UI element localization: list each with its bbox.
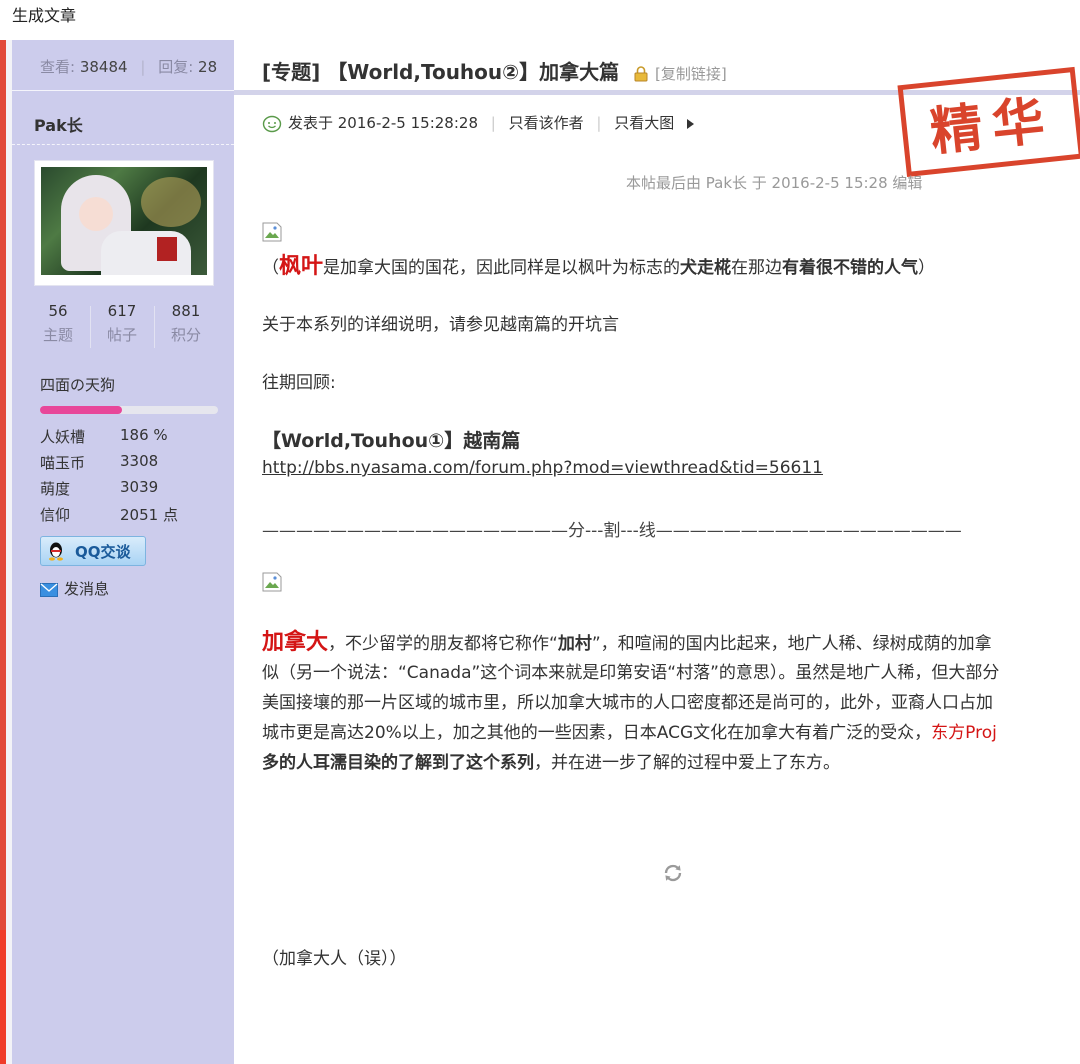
qq-chat-label: QQ交谈 — [75, 543, 131, 561]
loading-spinner-icon — [664, 864, 682, 882]
body-line: 美国接壤的那一片区域的城市里，所以加拿大城市的人口密度都还是尚可的，此外，亚裔人… — [262, 693, 993, 713]
user-rank: 四面の天狗 — [40, 376, 116, 394]
divider — [12, 90, 234, 91]
copy-link-button[interactable]: [复制链接] — [655, 65, 727, 83]
section-divider: ——————————————————分---割---线—————————————… — [262, 521, 962, 541]
avatar[interactable] — [34, 160, 214, 286]
attribute-key: 信仰 — [40, 506, 71, 524]
rank-progress-fill — [40, 406, 122, 414]
past-thread-title: 【World,Touhou①】越南篇 — [262, 430, 521, 452]
body-line: 多的人耳濡目染的了解到了这个系列，并在进一步了解的过程中爱上了东方。 — [262, 753, 840, 773]
avatar-image[interactable] — [41, 167, 207, 275]
attribute-key: 人妖槽 — [40, 428, 86, 446]
body-line: 城市更是高达20%以上，加之其他的一些因素，日本ACG文化在加拿大有着广泛的受众… — [262, 723, 997, 743]
expand-arrow-icon[interactable] — [687, 118, 695, 129]
bold-momiji: 犬走椛 — [680, 258, 732, 278]
attribute-row: 信仰 2051 点 — [40, 504, 220, 530]
attribute-row: 萌度 3039 — [40, 478, 220, 504]
broken-image-icon — [262, 572, 282, 592]
post-info-bar: 发表于 2016-2-5 15:28:28 | 只看该作者 | 只看大图 — [262, 112, 695, 133]
thread-title-text: [专题] 【World,Touhou②】加拿大篇 — [262, 60, 620, 84]
divider-dashed — [12, 144, 234, 145]
count-posts-value: 617 — [107, 302, 137, 320]
featured-stamp-text: 精华 — [927, 89, 1058, 164]
window-titlebar: 生成文章 — [0, 0, 1080, 40]
qq-penguin-icon — [49, 542, 63, 561]
author-name-link[interactable]: Pak长 — [34, 112, 83, 136]
highlight-maple: 枫叶 — [279, 254, 324, 279]
post-timestamp: 发表于 2016-2-5 15:28:28 — [288, 114, 478, 132]
send-message-label: 发消息 — [64, 580, 110, 598]
count-posts[interactable]: 617 帖子 — [90, 302, 154, 345]
highlight-canada: 加拿大 — [262, 630, 329, 655]
views-label: 查看: — [40, 58, 76, 76]
image-caption: （加拿大人（误）） — [262, 949, 407, 969]
count-points-label: 积分 — [170, 326, 201, 344]
qq-chat-button[interactable]: QQ交谈 — [40, 536, 146, 566]
attribute-row: 喵玉币 3308 — [40, 452, 220, 478]
count-points-value: 881 — [171, 302, 201, 320]
bold-popularity: 有着很不错的人气 — [782, 258, 919, 278]
online-status-icon — [262, 115, 282, 132]
only-big-images-link[interactable]: 只看大图 — [614, 114, 674, 132]
author-counts: 56 主题 617 帖子 881 积分 — [26, 302, 220, 352]
author-sidebar: 查看: 38484 | 回复: 28 Pak长 56 主题 617 帖子 881… — [12, 40, 234, 1064]
body-line: 加拿大，不少留学的朋友都将它称作“加村”，和喧闹的国内比起来，地广人稀、绿树成荫… — [262, 630, 992, 655]
touhou-project-text: 东方Proj — [931, 723, 997, 743]
attribute-key: 喵玉币 — [40, 454, 86, 472]
attribute-value: 3039 — [120, 478, 159, 496]
rank-progress-bar — [40, 406, 218, 414]
broken-image-icon — [262, 222, 282, 242]
thread-title: [专题] 【World,Touhou②】加拿大篇 [复制链接] — [262, 56, 727, 85]
count-points[interactable]: 881 积分 — [154, 302, 218, 345]
featured-stamp: 精华 — [897, 66, 1080, 181]
count-topics-label: 主题 — [42, 326, 73, 344]
paragraph-intro: 关于本系列的详细说明，请参见越南篇的开坑言 — [262, 315, 619, 335]
views-count: 38484 — [79, 58, 128, 76]
attribute-row: 人妖槽 186 % — [40, 426, 220, 452]
user-attributes: 人妖槽 186 % 喵玉币 3308 萌度 3039 信仰 2051 点 — [40, 426, 220, 530]
replies-label: 回复: — [158, 58, 194, 76]
body-line: 似（另一个说法：“Canada”这个词本来就是印第安语“村落”的意思）。虽然是地… — [262, 663, 1000, 683]
envelope-icon — [40, 582, 58, 597]
thread-stats: 查看: 38484 | 回复: 28 — [40, 56, 217, 77]
stats-separator: | — [140, 58, 146, 76]
attribute-value: 2051 点 — [120, 506, 178, 524]
lock-icon — [634, 65, 648, 81]
attribute-value: 3308 — [120, 452, 159, 470]
only-author-link[interactable]: 只看该作者 — [509, 114, 584, 132]
attribute-value: 186 % — [120, 426, 168, 444]
count-posts-label: 帖子 — [106, 326, 137, 344]
post-content-area: [专题] 【World,Touhou②】加拿大篇 [复制链接] 精华 发表于 2… — [234, 40, 1080, 1064]
past-thread-link[interactable]: http://bbs.nyasama.com/forum.php?mod=vie… — [262, 458, 823, 478]
past-review-label: 往期回顾: — [262, 373, 336, 393]
send-message-link[interactable]: 发消息 — [40, 578, 109, 599]
attribute-key: 萌度 — [40, 480, 71, 498]
window-title: 生成文章 — [12, 6, 77, 25]
count-topics-value: 56 — [48, 302, 68, 320]
replies-count: 28 — [198, 58, 218, 76]
count-topics[interactable]: 56 主题 — [26, 302, 90, 345]
paragraph-maple: （枫叶是加拿大国的国花，因此同样是以枫叶为标志的犬走椛在那边有着很不错的人气） — [262, 254, 936, 279]
edit-note: 本帖最后由 Pak长 于 2016-2-5 15:28 编辑 — [626, 174, 923, 192]
